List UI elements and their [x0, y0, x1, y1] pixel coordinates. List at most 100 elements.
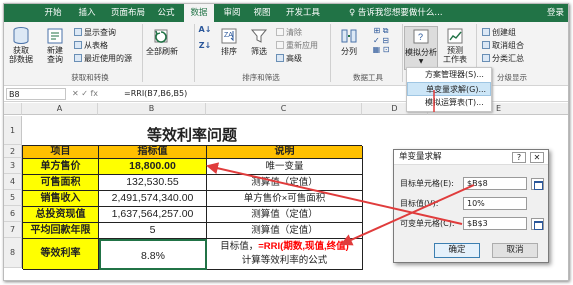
- group-separator: [194, 24, 195, 82]
- sort-az-button[interactable]: A↓: [198, 25, 212, 34]
- note-target-prefix: 目标值，: [220, 241, 259, 252]
- row-header-2[interactable]: 2: [4, 145, 22, 158]
- row-header-3[interactable]: 3: [4, 158, 22, 174]
- menu-item-goal-seek[interactable]: 单变量求解(G)...: [407, 82, 491, 96]
- tab-view[interactable]: 视图: [250, 4, 274, 22]
- column-header-a[interactable]: A: [22, 103, 98, 115]
- tab-review[interactable]: 审阅: [220, 4, 244, 22]
- row-header-5[interactable]: 5: [4, 190, 22, 206]
- value-avg-payback-years[interactable]: 5: [99, 223, 207, 239]
- ok-button[interactable]: 确定: [434, 243, 480, 258]
- value-total-investment-pv[interactable]: 1,637,564,257.00: [99, 207, 207, 223]
- login-link[interactable]: 登录: [547, 4, 564, 22]
- refresh-all-button[interactable]: 全部刷新: [144, 26, 180, 57]
- forecast-chart-icon: [447, 28, 463, 44]
- tab-home[interactable]: 开始: [42, 4, 64, 22]
- note-unit-price[interactable]: 唯一变量: [207, 159, 363, 175]
- header-item[interactable]: 项目: [23, 146, 99, 159]
- formula-input[interactable]: =RRI(B7,B6,B5): [124, 87, 187, 101]
- sort-za-button[interactable]: Z↓: [198, 41, 212, 50]
- corner-select-all[interactable]: [4, 103, 22, 115]
- tell-me-box[interactable]: ♀ 告诉我您想要做什么...: [349, 4, 443, 22]
- group-icon: [482, 28, 490, 36]
- note-sales-revenue[interactable]: 单方售价×可售面积: [207, 191, 363, 207]
- value-sales-revenue[interactable]: 2,491,574,340.00: [99, 191, 207, 207]
- create-group-button[interactable]: 创建组: [482, 27, 516, 38]
- target-cell-input[interactable]: $B$8: [463, 177, 527, 190]
- text-to-columns-button[interactable]: 分列: [336, 26, 362, 57]
- table-icon: [74, 41, 82, 49]
- data-tools-icons[interactable]: ⊞ ⧉ ✓ ⊟ ▦ ⊡: [366, 26, 396, 54]
- item-sales-revenue[interactable]: 销售收入: [23, 191, 99, 207]
- sheet-title[interactable]: 等效利率问题: [22, 127, 362, 145]
- reapply-label: 重新应用: [286, 41, 318, 50]
- filter-button[interactable]: 筛选: [246, 26, 272, 57]
- new-query-label: 新建 查询: [47, 46, 63, 64]
- value-saleable-area[interactable]: 132,530.55: [99, 175, 207, 191]
- new-query-button[interactable]: 新建 查询: [40, 26, 70, 64]
- item-saleable-area[interactable]: 可售面积: [23, 175, 99, 191]
- refresh-icon: [154, 29, 168, 43]
- subtotal-label: 分类汇总: [492, 54, 524, 63]
- row-header-6[interactable]: 6: [4, 206, 22, 222]
- ribbon-tab-bar: 开始 插入 页面布局 公式 数据 审阅 视图 开发工具 ♀ 告诉我您想要做什么.…: [4, 4, 568, 22]
- item-total-investment-pv[interactable]: 总投资现值: [23, 207, 99, 223]
- new-query-icon: [47, 28, 63, 44]
- value-equivalent-rate[interactable]: 8.8%: [99, 239, 207, 270]
- note-total-investment-pv[interactable]: 测算值（定值）: [207, 207, 363, 223]
- sort-button[interactable]: ZA 排序: [216, 26, 242, 57]
- header-note[interactable]: 说明: [207, 146, 363, 159]
- item-unit-price[interactable]: 单方售价: [23, 159, 99, 175]
- item-avg-payback-years[interactable]: 平均回款年限: [23, 223, 99, 239]
- formula-controls[interactable]: ✕ ✓ fx: [72, 87, 98, 101]
- subtotal-button[interactable]: 分类汇总: [482, 53, 524, 64]
- forecast-sheet-button[interactable]: 预测 工作表: [440, 26, 470, 64]
- note-equivalent-rate[interactable]: 目标值，=RRI(期数,现值,终值) 计算等效利率的公式: [207, 239, 363, 270]
- row-header-7[interactable]: 7: [4, 222, 22, 238]
- header-target[interactable]: 指标值: [99, 146, 207, 159]
- help-button[interactable]: ?: [512, 152, 526, 163]
- whatif-analysis-button[interactable]: ? 模拟分析 ▼: [404, 26, 438, 70]
- recent-sources-button[interactable]: 最近使用的源: [74, 53, 132, 64]
- tab-page-layout[interactable]: 页面布局: [108, 4, 148, 22]
- excel-window: 开始 插入 页面布局 公式 数据 审阅 视图 开发工具 ♀ 告诉我您想要做什么.…: [3, 3, 569, 281]
- filter-icon: [250, 29, 268, 43]
- from-table-button[interactable]: 从表格: [74, 40, 108, 51]
- get-external-data-button[interactable]: 获取 部数据: [6, 26, 36, 64]
- cancel-button[interactable]: 取消: [492, 243, 538, 258]
- variable-cell-input[interactable]: $B$3: [463, 217, 527, 230]
- advanced-filter-button[interactable]: 高级: [276, 53, 302, 64]
- ungroup-button[interactable]: 取消组合: [482, 40, 524, 51]
- tab-insert[interactable]: 插入: [76, 4, 98, 22]
- tab-data[interactable]: 数据: [184, 4, 214, 22]
- menu-item-data-table[interactable]: 模拟运算表(T)...: [407, 96, 491, 110]
- svg-text:ZA: ZA: [224, 32, 233, 39]
- close-button[interactable]: ✕: [530, 152, 544, 163]
- note-avg-payback-years[interactable]: 测算值（定值）: [207, 223, 363, 239]
- split-label: 分列: [341, 47, 357, 56]
- value-unit-price[interactable]: 18,800.00: [99, 159, 207, 175]
- target-value-input[interactable]: 10%: [463, 197, 527, 210]
- target-cell-label: 目标单元格(E):: [400, 179, 454, 188]
- sort-filter-group-label: 排序和筛选: [242, 73, 280, 82]
- range-picker-icon[interactable]: [531, 218, 544, 230]
- menu-item-scenario-manager[interactable]: 方案管理器(S)...: [407, 68, 491, 82]
- tab-developer[interactable]: 开发工具: [282, 4, 324, 22]
- show-query-button[interactable]: 显示查询: [74, 27, 116, 38]
- show-query-label: 显示查询: [84, 28, 116, 37]
- target-value-label: 目标值(V):: [400, 199, 439, 208]
- name-box[interactable]: B8: [6, 88, 66, 100]
- dialog-title-bar: 单变量求解 ? ✕: [394, 150, 548, 165]
- range-picker-icon[interactable]: [531, 178, 544, 190]
- column-header-c[interactable]: C: [206, 103, 362, 115]
- row-header-1[interactable]: 1: [4, 116, 22, 145]
- item-equivalent-rate[interactable]: 等效利率: [23, 239, 99, 270]
- tab-formulas[interactable]: 公式: [154, 4, 178, 22]
- clear-filter-button[interactable]: 清除: [276, 27, 302, 38]
- chevron-down-icon: ▼: [418, 58, 424, 65]
- row-header-4[interactable]: 4: [4, 174, 22, 190]
- reapply-button[interactable]: 重新应用: [276, 40, 318, 51]
- column-header-b[interactable]: B: [98, 103, 206, 115]
- note-saleable-area[interactable]: 测算值（定值）: [207, 175, 363, 191]
- row-header-8[interactable]: 8: [4, 238, 22, 268]
